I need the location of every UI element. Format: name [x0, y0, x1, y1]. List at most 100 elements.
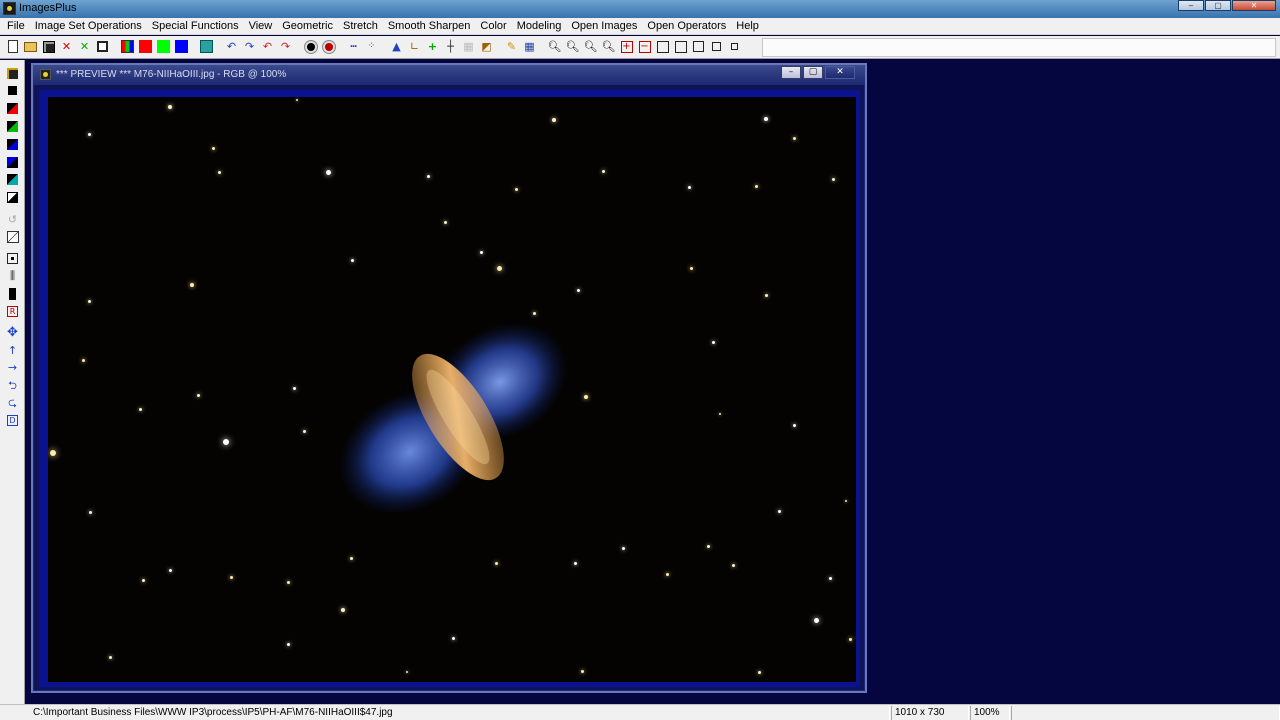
arrow-right-icon[interactable]: → — [5, 360, 20, 375]
window-controls: – ▢ ✕ — [1177, 0, 1276, 12]
plus-icon[interactable]: + — [424, 38, 441, 55]
green-channel-icon[interactable] — [155, 38, 172, 55]
star-dot — [602, 170, 605, 173]
black-white-icon[interactable] — [5, 190, 20, 205]
close-button[interactable]: ✕ — [1232, 0, 1276, 11]
dot-black-icon[interactable] — [302, 38, 319, 55]
open-folder-icon[interactable] — [22, 38, 39, 55]
box-4-icon[interactable] — [708, 38, 725, 55]
menu-image-set-operations[interactable]: Image Set Operations — [30, 18, 147, 34]
black-square-icon[interactable] — [5, 83, 20, 98]
box-2-icon[interactable] — [672, 38, 689, 55]
status-bar: C:\Important Business Files\WWW IP3\proc… — [0, 704, 1280, 720]
rgb-channels-icon[interactable] — [119, 38, 136, 55]
star-dot — [707, 545, 710, 548]
book-icon[interactable]: D — [5, 413, 20, 428]
red-black-icon[interactable] — [5, 101, 20, 116]
gradient-icon[interactable]: ⫼ — [5, 268, 20, 283]
menu-special-functions[interactable]: Special Functions — [147, 18, 244, 34]
box-5-icon[interactable] — [726, 38, 743, 55]
crosshair-icon[interactable]: ┼ — [442, 38, 459, 55]
table-icon[interactable]: ▦ — [521, 38, 538, 55]
star-dot — [452, 637, 455, 640]
diagonal-icon[interactable] — [5, 229, 20, 244]
menu-color[interactable]: Color — [475, 18, 511, 34]
star-dot — [622, 547, 625, 550]
star-dot — [88, 133, 91, 136]
menu-view[interactable]: View — [244, 18, 278, 34]
zoom-plus-icon[interactable]: + — [618, 38, 635, 55]
menu-open-operators[interactable]: Open Operators — [642, 18, 731, 34]
zoom-fit-icon[interactable]: 🔍︎ — [582, 38, 599, 55]
menu-geometric[interactable]: Geometric — [277, 18, 338, 34]
menu-modeling[interactable]: Modeling — [512, 18, 567, 34]
new-file-icon[interactable] — [4, 38, 21, 55]
star-dot — [303, 430, 306, 433]
undo-icon[interactable]: ↶ — [223, 38, 240, 55]
maximize-button[interactable]: ▢ — [1205, 0, 1231, 11]
app-logo-icon — [40, 69, 51, 80]
image-close-button[interactable]: ✕ — [825, 66, 855, 79]
menu-help[interactable]: Help — [731, 18, 764, 34]
axes-icon[interactable]: ∟ — [406, 38, 423, 55]
grid-icon[interactable] — [198, 38, 215, 55]
redo-red-icon[interactable]: ↷ — [277, 38, 294, 55]
save-icon[interactable] — [5, 66, 20, 81]
blue-black-icon[interactable] — [5, 137, 20, 152]
close-red-x-icon[interactable]: ✕ — [58, 38, 75, 55]
histogram-icon[interactable]: ▲ — [388, 38, 405, 55]
zoom-in-icon[interactable]: 🔍︎ — [546, 38, 563, 55]
blue-black-2-icon[interactable] — [5, 155, 20, 170]
star-dot — [552, 118, 556, 122]
box-3-icon[interactable] — [690, 38, 707, 55]
frame-icon[interactable]: ▦ — [460, 38, 477, 55]
save-icon[interactable] — [40, 38, 57, 55]
red-channel-icon[interactable] — [137, 38, 154, 55]
rotate-icon[interactable]: ↺ — [5, 212, 20, 227]
star-dot — [427, 175, 430, 178]
menu-open-images[interactable]: Open Images — [566, 18, 642, 34]
star-dot — [190, 283, 194, 287]
select-icon[interactable]: R — [5, 304, 20, 319]
box-1-icon[interactable] — [654, 38, 671, 55]
image-window-title-bar[interactable]: *** PREVIEW *** M76-NIIHaOIII.jpg - RGB … — [33, 65, 865, 85]
zoom-actual-icon[interactable]: 🔍︎ — [600, 38, 617, 55]
menu-smooth-sharpen[interactable]: Smooth Sharpen — [383, 18, 476, 34]
menu-file[interactable]: File — [2, 18, 30, 34]
pencil-icon[interactable]: ✎ — [503, 38, 520, 55]
status-image-dimensions: 1010 x 730 — [891, 706, 969, 720]
star-dot — [142, 579, 145, 582]
adjust-icon[interactable]: ◩ — [478, 38, 495, 55]
menu-stretch[interactable]: Stretch — [338, 18, 383, 34]
arrow-up-icon[interactable]: ↑ — [5, 343, 20, 358]
move-icon[interactable]: ✥ — [5, 325, 20, 340]
star-dot — [719, 413, 721, 415]
star-dot — [497, 266, 502, 271]
star-dot — [197, 394, 200, 397]
redo-icon[interactable]: ↷ — [241, 38, 258, 55]
star-dot — [296, 99, 298, 101]
copy-icon[interactable] — [94, 38, 111, 55]
points-icon[interactable]: ⁘ — [363, 38, 380, 55]
image-preview-window[interactable]: *** PREVIEW *** M76-NIIHaOIII.jpg - RGB … — [31, 63, 867, 693]
minimize-button[interactable]: – — [1178, 0, 1204, 11]
star-dot — [218, 171, 221, 174]
close-green-x-icon[interactable]: ✕ — [76, 38, 93, 55]
dashes-icon[interactable]: ┅ — [345, 38, 362, 55]
zoom-minus-icon[interactable]: − — [636, 38, 653, 55]
astro-image-canvas[interactable] — [48, 97, 856, 682]
black-teal-icon[interactable] — [5, 172, 20, 187]
rotate-left-icon[interactable]: ⮌ — [5, 378, 20, 393]
zoom-out-icon[interactable]: 🔍︎ — [564, 38, 581, 55]
dot-red-icon[interactable] — [320, 38, 337, 55]
center-box-icon[interactable] — [5, 251, 20, 266]
rotate-right-icon[interactable]: ⮎ — [5, 395, 20, 410]
star-dot — [406, 671, 408, 673]
star-dot — [584, 395, 588, 399]
black-bar-icon[interactable] — [5, 286, 20, 301]
undo-red-icon[interactable]: ↶ — [259, 38, 276, 55]
image-maximize-button[interactable]: ▢ — [803, 66, 823, 79]
blue-channel-icon[interactable] — [173, 38, 190, 55]
image-minimize-button[interactable]: – — [781, 66, 801, 79]
green-black-icon[interactable] — [5, 119, 20, 134]
